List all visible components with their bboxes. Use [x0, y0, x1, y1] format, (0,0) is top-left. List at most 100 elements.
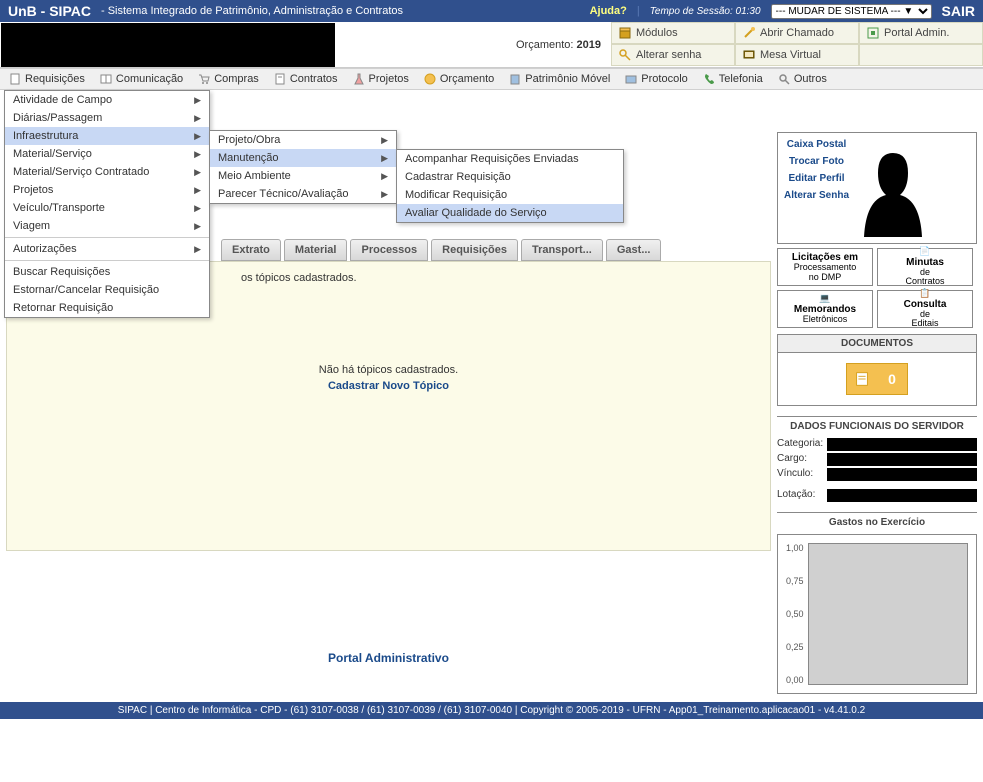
banner-memorandos[interactable]: 💻 Memorandos Eletrônicos [777, 290, 873, 328]
alterar-senha-link[interactable]: Alterar senha [611, 44, 735, 66]
dd1-atividade-campo[interactable]: Atividade de Campo▶ [5, 91, 209, 109]
dd1-infraestrutura[interactable]: Infraestrutura▶ [5, 127, 209, 145]
dropdown-manutencao: Acompanhar Requisições Enviadas Cadastra… [396, 149, 624, 223]
portal-admin-link[interactable]: Portal Admin. [859, 22, 983, 44]
portal-icon [866, 26, 880, 40]
chevron-right-icon: ▶ [194, 95, 201, 106]
label-lotacao: Lotação: [777, 489, 827, 502]
doc-badge[interactable]: 0 [846, 363, 908, 395]
tb-requisicoes[interactable]: Requisições [8, 72, 85, 86]
toolbar: Requisições Comunicação Compras Contrato… [0, 68, 983, 90]
dd3-cadastrar[interactable]: Cadastrar Requisição [397, 168, 623, 186]
dd1-projetos[interactable]: Projetos▶ [5, 181, 209, 199]
banner-licitacoes[interactable]: Licitações em Processamento no DMP [777, 248, 873, 286]
search-icon [777, 72, 791, 86]
tab-extrato[interactable]: Extrato [221, 239, 281, 261]
value-categoria [827, 438, 977, 451]
cadastrar-link[interactable]: Cadastrar Novo Tópico [21, 380, 756, 392]
chevron-right-icon: ▶ [194, 221, 201, 232]
tabs-row: Extrato Material Processos Requisições T… [221, 239, 771, 261]
tb-telefonia[interactable]: Telefonia [702, 72, 763, 86]
gastos-chart: 1,00 0,75 0,50 0,25 0,00 [777, 534, 977, 694]
dd1-diarias[interactable]: Diárias/Passagem▶ [5, 109, 209, 127]
value-vinculo [827, 468, 977, 481]
dd1-veiculo[interactable]: Veículo/Transporte▶ [5, 199, 209, 217]
no-topics-msg: Não há tópicos cadastrados. [21, 364, 756, 376]
label-vinculo: Vínculo: [777, 468, 827, 481]
dd1-retornar[interactable]: Retornar Requisição [5, 299, 209, 317]
system-select[interactable]: --- MUDAR DE SISTEMA --- ▼ [771, 4, 932, 19]
tab-requisicoes[interactable]: Requisições [431, 239, 518, 261]
caixa-postal-link[interactable]: Caixa Postal [784, 139, 849, 150]
chevron-right-icon: ▶ [194, 203, 201, 214]
dd1-material-servico[interactable]: Material/Serviço▶ [5, 145, 209, 163]
box-icon [618, 26, 632, 40]
logout-link[interactable]: SAIR [942, 3, 975, 19]
chevron-right-icon: ▶ [381, 153, 388, 164]
dados-funcionais-header: DADOS FUNCIONAIS DO SERVIDOR [777, 416, 977, 432]
doc-icon [847, 364, 877, 394]
tb-protocolo[interactable]: Protocolo [624, 72, 687, 86]
user-info-redacted [1, 23, 335, 67]
alterar-senha-link[interactable]: Alterar Senha [784, 190, 849, 201]
tb-comunicacao[interactable]: Comunicação [99, 72, 183, 86]
tab-material[interactable]: Material [284, 239, 348, 261]
dd2-parecer[interactable]: Parecer Técnico/Avaliação▶ [210, 185, 396, 203]
documentos-header: DOCUMENTOS [777, 334, 977, 353]
dropdown-infraestrutura: Projeto/Obra▶ Manutenção▶ Meio Ambiente▶… [209, 130, 397, 204]
dd3-avaliar[interactable]: Avaliar Qualidade do Serviço [397, 204, 623, 222]
tb-orcamento[interactable]: Orçamento [423, 72, 494, 86]
value-cargo [827, 453, 977, 466]
side-column: Caixa Postal Trocar Foto Editar Perfil A… [777, 96, 977, 694]
profile-image [853, 139, 933, 237]
mesa-virtual-link[interactable]: Mesa Virtual [735, 44, 859, 66]
banner-editais[interactable]: 📋 Consulta de Editais [877, 290, 973, 328]
dd3-acompanhar[interactable]: Acompanhar Requisições Enviadas [397, 150, 623, 168]
dd2-manutencao[interactable]: Manutenção▶ [210, 149, 396, 167]
orcamento-year: 2019 [577, 39, 601, 51]
tb-patrimonio[interactable]: Patrimônio Móvel [508, 72, 610, 86]
dd3-modificar[interactable]: Modificar Requisição [397, 186, 623, 204]
session-time: Tempo de Sessão: 01:30 [650, 6, 761, 17]
dados-funcionais-table: Categoria: Cargo: Vínculo: Lotação: [777, 438, 977, 502]
label-cargo: Cargo: [777, 453, 827, 466]
portal-label: Portal Administrativo [6, 651, 771, 665]
abrir-chamado-link[interactable]: Abrir Chamado [735, 22, 859, 44]
chevron-right-icon: ▶ [381, 189, 388, 200]
folder-icon [624, 72, 638, 86]
cart-icon [197, 72, 211, 86]
dd1-autorizacoes[interactable]: Autorizações▶ [5, 240, 209, 258]
brand: UnB - SIPAC [8, 3, 91, 19]
editar-perfil-link[interactable]: Editar Perfil [784, 173, 849, 184]
flask-icon [352, 72, 366, 86]
dd2-meio-ambiente[interactable]: Meio Ambiente▶ [210, 167, 396, 185]
dd1-viagem[interactable]: Viagem▶ [5, 217, 209, 235]
tab-gast[interactable]: Gast... [606, 239, 662, 261]
header-row: Orçamento: 2019 Módulos Abrir Chamado [0, 22, 983, 68]
tb-outros[interactable]: Outros [777, 72, 827, 86]
dd1-buscar[interactable]: Buscar Requisições [5, 263, 209, 281]
tb-contratos[interactable]: Contratos [273, 72, 338, 86]
trocar-foto-link[interactable]: Trocar Foto [784, 156, 849, 167]
tb-compras[interactable]: Compras [197, 72, 259, 86]
modulos-link[interactable]: Módulos [611, 22, 735, 44]
top-bar: UnB - SIPAC - Sistema Integrado de Patri… [0, 0, 983, 22]
dd1-estornar[interactable]: Estornar/Cancelar Requisição [5, 281, 209, 299]
partial-text: os tópicos cadastrados. [241, 272, 756, 284]
banner-minutas[interactable]: 📄 Minutas de Contratos [877, 248, 973, 286]
chevron-right-icon: ▶ [381, 171, 388, 182]
chevron-right-icon: ▶ [194, 131, 201, 142]
dd2-projeto-obra[interactable]: Projeto/Obra▶ [210, 131, 396, 149]
chevron-right-icon: ▶ [194, 113, 201, 124]
building-icon [508, 72, 522, 86]
footer: SIPAC | Centro de Informática - CPD - (6… [0, 702, 983, 719]
empty-cell [859, 44, 983, 66]
doc-count: 0 [877, 364, 907, 394]
book-icon [99, 72, 113, 86]
tab-processos[interactable]: Processos [350, 239, 428, 261]
help-link[interactable]: Ajuda? [590, 5, 627, 17]
tab-transport[interactable]: Transport... [521, 239, 603, 261]
tb-projetos[interactable]: Projetos [352, 72, 409, 86]
dd1-material-contratado[interactable]: Material/Serviço Contratado▶ [5, 163, 209, 181]
chevron-right-icon: ▶ [381, 135, 388, 146]
